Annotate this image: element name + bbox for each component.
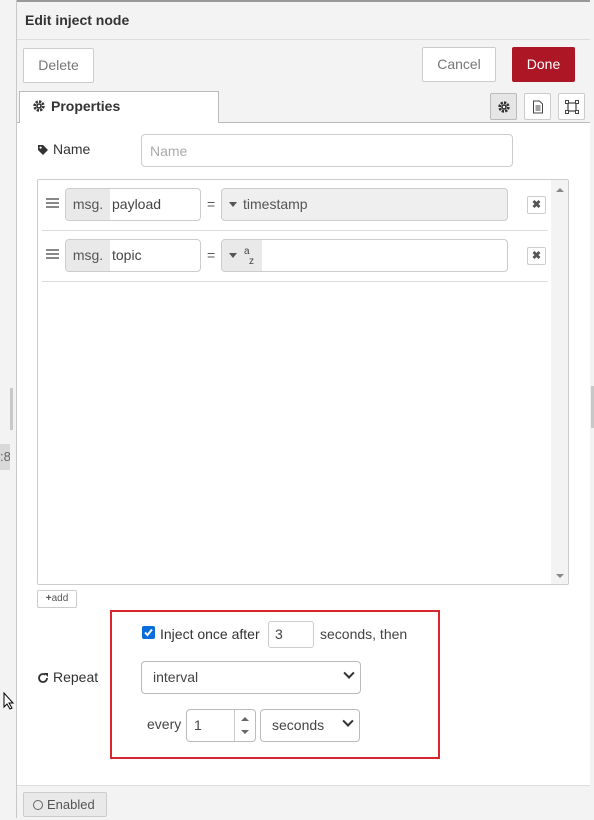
interval-value-spinner[interactable]: 1 <box>186 709 256 742</box>
node-appearance-icon <box>565 100 579 114</box>
cancel-button[interactable]: Cancel <box>422 47 496 82</box>
remove-row-button[interactable]: ✖ <box>527 247 546 265</box>
caret-down-icon <box>229 253 237 258</box>
every-label: every <box>147 716 182 732</box>
checkmark-icon <box>144 628 153 637</box>
drag-handle-icon[interactable] <box>46 198 59 208</box>
spinner-down-icon[interactable] <box>241 730 249 734</box>
inject-once-suffix: seconds, then <box>320 626 408 642</box>
type-timestamp-label: timestamp <box>243 196 308 212</box>
type-select-button[interactable]: az <box>222 240 262 271</box>
property-list[interactable]: msg. payload = timestamp ✖ msg. topic = <box>37 179 569 585</box>
property-value-field[interactable]: timestamp <box>221 188 508 221</box>
tab-properties-label: Properties <box>51 98 121 114</box>
chevron-down-icon <box>343 667 355 679</box>
repeat-label: Repeat <box>37 669 98 685</box>
equals-sign: = <box>207 247 216 263</box>
file-text-icon <box>533 100 543 114</box>
workspace-node-fragment: :8 <box>0 444 10 470</box>
property-name-field[interactable]: msg. topic <box>65 239 201 272</box>
tag-icon <box>38 145 48 155</box>
enabled-toggle-button[interactable]: Enabled <box>23 792 107 817</box>
name-label: Name <box>37 141 90 157</box>
add-property-button[interactable]: +add <box>37 590 77 608</box>
gear-icon <box>498 101 510 113</box>
circle-icon <box>33 800 43 810</box>
delete-button[interactable]: Delete <box>23 48 94 83</box>
spinner-up-icon[interactable] <box>241 717 249 721</box>
tray-toolbar: Delete Cancel Done <box>17 40 590 90</box>
inject-once-checkbox[interactable] <box>142 626 155 639</box>
resize-grip[interactable] <box>10 388 13 430</box>
interval-units-select[interactable]: seconds <box>260 709 360 742</box>
chevron-down-icon <box>342 715 354 727</box>
inject-once-delay-input[interactable]: 3 <box>268 621 314 648</box>
scroll-down-icon[interactable] <box>556 574 564 578</box>
msg-prefix: msg. <box>66 189 110 220</box>
refresh-icon <box>38 673 48 683</box>
tray-header: Edit inject node <box>17 2 590 40</box>
string-type-icon: az <box>244 246 254 267</box>
gear-icon <box>33 100 45 112</box>
property-name-value: topic <box>112 247 142 263</box>
tab-appearance-icon-button[interactable] <box>558 93 585 120</box>
name-input[interactable] <box>141 134 513 167</box>
tab-properties[interactable]: Properties <box>19 91 219 124</box>
msg-prefix: msg. <box>66 240 110 271</box>
repeat-mode-select[interactable]: interval <box>141 661 361 694</box>
properties-panel: Name msg. payload = timestamp ✖ <box>17 123 590 785</box>
spinner-arrows[interactable] <box>234 710 255 741</box>
tab-bar: Properties <box>17 90 590 124</box>
property-name-value: payload <box>112 196 162 212</box>
mouse-cursor-icon <box>3 692 15 710</box>
tab-settings-icon-button[interactable] <box>490 93 517 120</box>
inject-once-label: Inject once after <box>160 626 260 642</box>
property-name-field[interactable]: msg. payload <box>65 188 201 221</box>
caret-down-icon <box>229 202 237 207</box>
done-button[interactable]: Done <box>512 47 575 82</box>
edit-tray: Edit inject node Delete Cancel Done Prop… <box>17 0 590 820</box>
tab-description-icon-button[interactable] <box>524 93 551 120</box>
property-row-topic: msg. topic = az ✖ <box>42 231 548 282</box>
tray-title: Edit inject node <box>25 12 130 28</box>
property-value-field[interactable]: az <box>221 239 508 272</box>
equals-sign: = <box>207 196 216 212</box>
remove-row-button[interactable]: ✖ <box>527 196 546 214</box>
list-scrollbar[interactable] <box>551 180 568 584</box>
drag-handle-icon[interactable] <box>46 249 59 259</box>
sidebar-edge <box>590 0 594 818</box>
tray-footer: Enabled <box>17 785 590 820</box>
property-row-payload: msg. payload = timestamp ✖ <box>42 180 548 231</box>
scroll-up-icon[interactable] <box>556 188 564 192</box>
